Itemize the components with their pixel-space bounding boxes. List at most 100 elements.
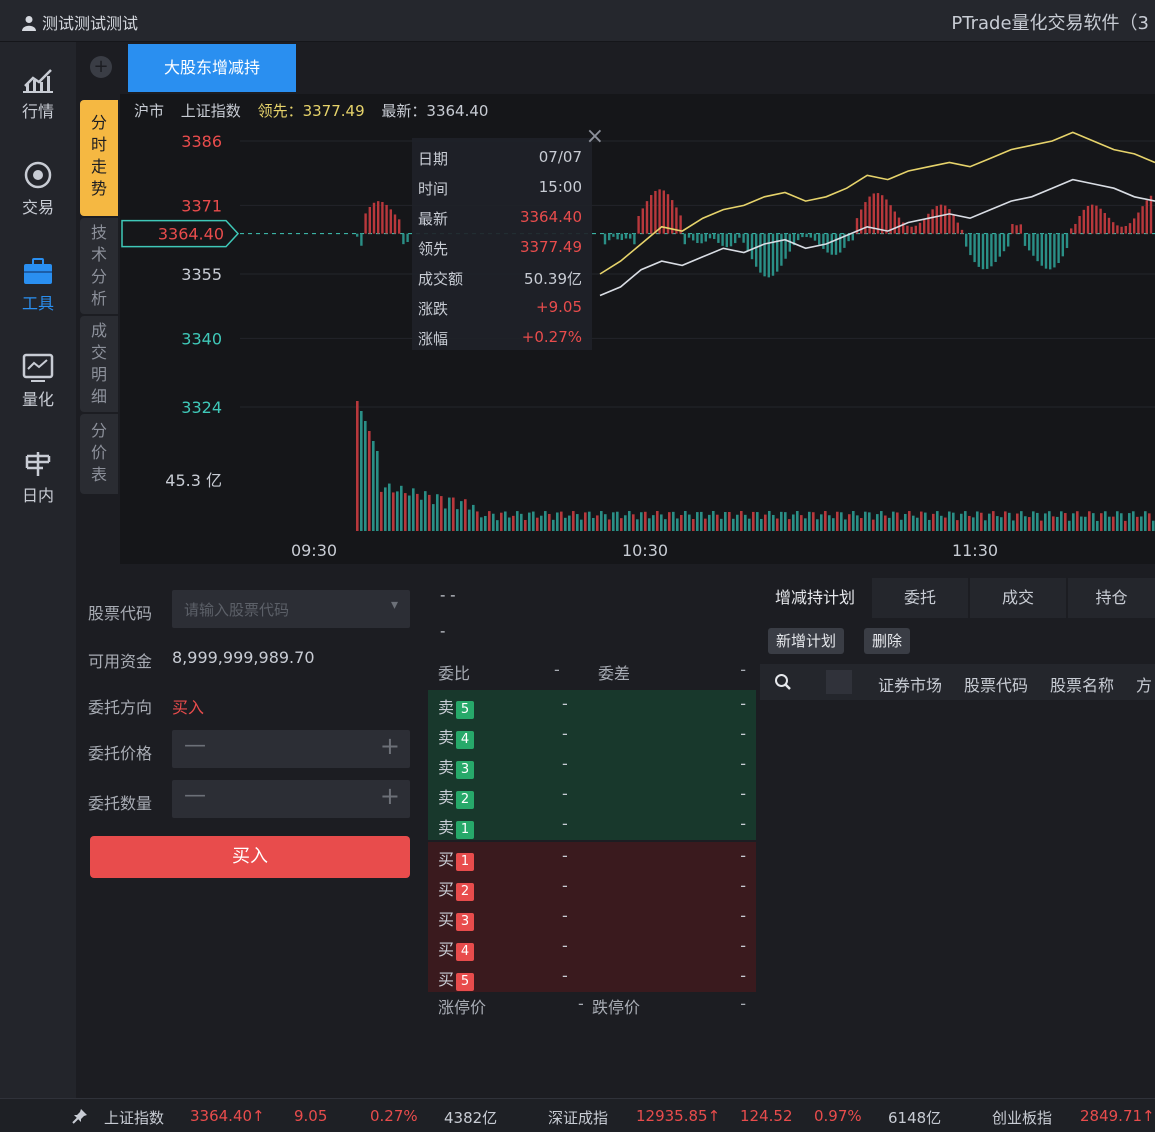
qty-stepper[interactable]: — + — [172, 780, 410, 818]
vtab-timeshare[interactable]: 分时走势 — [80, 100, 118, 216]
order-book: - - - 委比 - 委差 - 卖5-- 卖4-- 卖3-- 卖2-- 卖1--… — [428, 568, 756, 1098]
volume-bar — [732, 518, 735, 531]
diff-bar — [725, 233, 728, 248]
timeshare-chart[interactable]: 3386 3371 3355 3340 3324 3364.40 45.3 亿 09:30 10… — [120, 94, 1155, 564]
buy-row[interactable]: 买4 - - — [428, 932, 756, 962]
tab-fills[interactable]: 成交 — [970, 578, 1066, 618]
tab-bar: + 大股东增减持 — [76, 42, 1155, 94]
diff-bar — [734, 233, 737, 244]
volume-bar — [460, 501, 463, 531]
diff-bar — [818, 233, 821, 245]
sell-row[interactable]: 卖2 - - — [428, 780, 756, 810]
volume-bar — [500, 512, 503, 531]
diff-bar — [624, 233, 628, 239]
nav-trade[interactable]: 交易 — [0, 146, 76, 234]
diff-bar — [708, 233, 712, 239]
volume-bar — [956, 520, 959, 531]
chart-info: 沪市 上证指数 领先：3377.49 最新：3364.40 — [134, 100, 488, 121]
volume-bar — [672, 511, 675, 531]
minus-icon[interactable]: — — [184, 783, 206, 808]
diff-bar — [876, 193, 880, 234]
diff-bar — [893, 211, 896, 234]
volume-bar — [696, 512, 699, 531]
volume-bar — [400, 485, 403, 531]
volume-bar — [900, 519, 903, 531]
buy-row[interactable]: 买3 - - — [428, 902, 756, 932]
tooltip-row-lead: 领先 3377.49 — [418, 238, 582, 268]
level-qty: - — [740, 966, 746, 985]
volume-bar — [756, 512, 759, 531]
plus-icon[interactable]: + — [380, 732, 400, 760]
volume-bar — [680, 515, 683, 531]
nav-intraday[interactable]: 日内 — [0, 434, 76, 522]
pin-icon[interactable] — [72, 1108, 88, 1124]
volume-bar — [516, 511, 519, 531]
current-price-label: 3364.40 — [158, 225, 224, 244]
delete-button[interactable]: 删除 — [864, 628, 911, 654]
volume-bar — [1104, 511, 1107, 531]
tab-plan[interactable]: 增减持计划 — [760, 578, 870, 618]
user-icon — [22, 16, 36, 31]
vtab-price-table[interactable]: 分价表 — [80, 414, 118, 494]
tooltip-value: 3364.40 — [519, 208, 582, 226]
level-price: - — [562, 814, 568, 833]
nav-market-label: 行情 — [21, 102, 54, 121]
diff-bar — [1137, 212, 1140, 234]
vtab-trade-detail[interactable]: 成交明细 — [80, 316, 118, 412]
gem-index-name[interactable]: 创业板指 — [992, 1107, 1052, 1128]
close-icon[interactable]: × — [586, 124, 604, 149]
sell-row[interactable]: 卖4 - - — [428, 720, 756, 750]
nav-quant[interactable]: 量化 — [0, 338, 76, 426]
nav-trade-label: 交易 — [21, 198, 54, 217]
diff-bar — [742, 233, 745, 243]
select-all-checkbox[interactable] — [826, 670, 852, 694]
volume-bar — [920, 511, 923, 531]
minus-icon[interactable]: — — [184, 733, 206, 758]
diff-bar — [738, 233, 741, 238]
price-stepper[interactable]: — + — [172, 730, 410, 768]
sell-row[interactable]: 卖3 - - — [428, 750, 756, 780]
volume-bar — [812, 512, 815, 531]
plus-icon[interactable]: + — [380, 782, 400, 810]
diff-bar — [952, 214, 955, 234]
volume-bar — [592, 517, 595, 531]
diff-bar — [629, 233, 632, 239]
tab-positions[interactable]: 持仓 — [1068, 578, 1155, 618]
app-title: PTrade量化交易软件（3 — [951, 13, 1149, 34]
diff-bar — [372, 202, 376, 234]
sell-row[interactable]: 卖1 - - — [428, 810, 756, 840]
buy-button[interactable]: 买入 — [90, 836, 410, 878]
diff-bar — [1061, 233, 1064, 257]
sh-index-name[interactable]: 上证指数 — [104, 1107, 164, 1128]
tab-orders[interactable]: 委托 — [872, 578, 968, 618]
side-label: 卖 — [438, 698, 455, 717]
level-badge: 5 — [456, 701, 475, 719]
sz-index-name[interactable]: 深证成指 — [548, 1107, 608, 1128]
buy-row[interactable]: 买5 - - — [428, 962, 756, 992]
stock-code-select[interactable]: 请输入股票代码 ▾ — [172, 590, 410, 628]
tooltip-value: 50.39亿 — [524, 270, 582, 288]
buy-row[interactable]: 买1 - - — [428, 842, 756, 872]
diff-bar — [1116, 225, 1119, 234]
volume-bar — [396, 491, 399, 531]
volume-bar — [692, 518, 695, 531]
code-label: 股票代码 — [88, 604, 153, 623]
sell-row[interactable]: 卖5 - - — [428, 690, 756, 720]
volume-bar — [584, 512, 587, 531]
nav-tools[interactable]: 工具 — [0, 242, 76, 330]
add-tab-button[interactable]: + — [90, 56, 112, 78]
user-info[interactable]: 测试测试测试 — [22, 10, 138, 34]
diff-bar — [834, 233, 838, 255]
tab-major-shareholder[interactable]: 大股东增减持 — [128, 44, 296, 92]
vtab-technical[interactable]: 技术分析 — [80, 218, 118, 314]
volume-bar — [456, 509, 459, 531]
diff-bar — [1091, 204, 1094, 234]
search-icon[interactable] — [774, 673, 792, 691]
level-badge: 2 — [456, 883, 475, 901]
gem-index-price: 2849.71↑ — [1080, 1107, 1155, 1125]
buy-row[interactable]: 买2 - - — [428, 872, 756, 902]
diff-bar — [608, 233, 611, 241]
nav-market[interactable]: 行情 — [0, 50, 76, 138]
new-plan-button[interactable]: 新增计划 — [768, 628, 845, 654]
toolbox-icon — [24, 258, 52, 284]
